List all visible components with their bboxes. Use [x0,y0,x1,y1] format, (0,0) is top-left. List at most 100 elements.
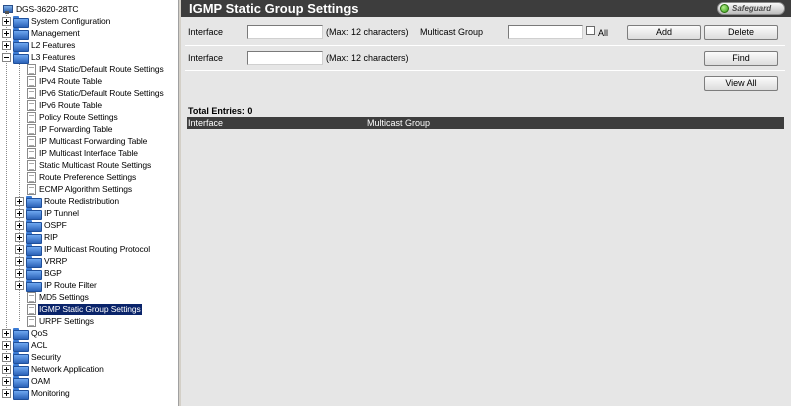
tree-leaf-route-preference-settings[interactable]: Route Preference Settings [27,171,137,183]
total-entries: Total Entries: 0 [188,106,253,116]
view-all-button[interactable]: View All [704,76,778,91]
tree-leaf-md5-settings[interactable]: MD5 Settings [27,291,90,303]
tree-leaf-igmp-static-group-settings[interactable]: IGMP Static Group Settings [27,303,142,315]
tree-item-label: Route Redistribution [44,195,120,206]
tree-leaf-ip-multicast-forwarding-table[interactable]: IP Multicast Forwarding Table [27,135,148,147]
page-icon [27,315,36,327]
expand-plus-icon[interactable] [15,232,24,242]
delete-button[interactable]: Delete [704,25,778,40]
tree-item-label: System Configuration [31,15,111,26]
tree-folder-route-redistribution[interactable]: Route Redistribution [15,195,120,208]
tree-folder-rip[interactable]: RIP [15,231,59,244]
safeguard-label: Safeguard [732,4,772,13]
tree-leaf-ipv4-static-default-route[interactable]: IPv4 Static/Default Route Settings [27,63,165,75]
tree-item-system-configuration[interactable]: System Configuration [2,15,111,28]
collapse-minus-icon[interactable] [2,52,11,62]
page-icon [27,171,36,183]
tree-item-label: Monitoring [31,387,70,398]
expand-plus-icon[interactable] [2,40,11,50]
all-checkbox-label: All [598,28,609,38]
folder-open-icon [13,52,29,64]
tree-root[interactable]: DGS-3620-28TC [2,3,79,15]
page-title: IGMP Static Group Settings [189,1,359,16]
navigation-tree: DGS-3620-28TC System Configuration Manag… [0,0,178,406]
tree-folder-vrrp[interactable]: VRRP [15,255,68,268]
tree-folder-ospf[interactable]: OSPF [15,219,68,232]
tree-leaf-policy-route-settings[interactable]: Policy Route Settings [27,111,119,123]
tree-item-label: Network Application [31,363,104,374]
tree-item-label: Static Multicast Route Settings [39,159,152,170]
tree-item-monitoring[interactable]: Monitoring [2,387,71,400]
tree-folder-ip-route-filter[interactable]: IP Route Filter [15,279,98,292]
tree-item-label: Policy Route Settings [39,111,118,122]
tree-leaf-ip-multicast-interface-table[interactable]: IP Multicast Interface Table [27,147,139,159]
tree-item-management[interactable]: Management [2,27,81,40]
folder-icon [13,40,29,52]
folder-icon [13,364,29,376]
page-icon [27,87,36,99]
interface-label: Interface [188,27,224,37]
folder-icon [13,388,29,400]
all-checkbox[interactable] [586,26,595,35]
tree-item-label: IP Forwarding Table [39,123,113,134]
tree-item-label: Route Preference Settings [39,171,137,182]
tree-item-acl[interactable]: ACL [2,339,48,352]
tree-item-label: IP Multicast Forwarding Table [39,135,148,146]
expand-plus-icon[interactable] [15,220,24,230]
expand-plus-icon[interactable] [15,280,24,290]
tree-item-l3-features[interactable]: L3 Features [2,51,76,64]
page-icon [27,123,36,135]
expand-plus-icon[interactable] [15,244,24,254]
expand-plus-icon[interactable] [2,376,11,386]
tree-leaf-static-multicast-route-settings[interactable]: Static Multicast Route Settings [27,159,152,171]
tree-leaf-ipv6-static-default-route[interactable]: IPv6 Static/Default Route Settings [27,87,165,99]
expand-plus-icon[interactable] [15,196,24,206]
tree-item-label: IP Multicast Interface Table [39,147,138,158]
tree-item-label: ECMP Algorithm Settings [39,183,132,194]
find-interface-input[interactable] [247,51,323,65]
expand-plus-icon[interactable] [15,256,24,266]
tree-item-label: IP Route Filter [44,279,97,290]
multicast-group-input[interactable] [508,25,583,39]
tree-folder-ip-multicast-routing-protocol[interactable]: IP Multicast Routing Protocol [15,243,151,256]
expand-plus-icon[interactable] [15,208,24,218]
tree-leaf-urpf-settings[interactable]: URPF Settings [27,315,95,327]
section-divider [185,70,785,71]
tree-folder-ip-tunnel[interactable]: IP Tunnel [15,207,80,220]
expand-plus-icon[interactable] [2,16,11,26]
page-icon [27,63,36,75]
tree-item-label: IPv4 Static/Default Route Settings [39,63,164,74]
tree-item-l2-features[interactable]: L2 Features [2,39,76,52]
find-form: Interface (Max: 12 characters) Find [181,48,791,71]
tree-leaf-ipv4-route-table[interactable]: IPv4 Route Table [27,75,103,87]
page-icon [27,183,36,195]
expand-plus-icon[interactable] [2,388,11,398]
expand-plus-icon[interactable] [2,340,11,350]
tree-item-qos[interactable]: QoS [2,327,49,340]
interface-input[interactable] [247,25,323,39]
switch-device-icon [2,4,13,14]
page-icon [27,159,36,171]
tree-folder-bgp[interactable]: BGP [15,267,63,280]
tree-item-security[interactable]: Security [2,351,62,364]
page-icon [27,135,36,147]
folder-icon [26,256,42,268]
tree-leaf-ip-forwarding-table[interactable]: IP Forwarding Table [27,123,113,135]
tree-item-network-application[interactable]: Network Application [2,363,105,376]
expand-plus-icon[interactable] [2,28,11,38]
tree-item-label: QoS [31,327,48,338]
folder-icon [13,376,29,388]
folder-icon [13,340,29,352]
tree-leaf-ipv6-route-table[interactable]: IPv6 Route Table [27,99,103,111]
find-button[interactable]: Find [704,51,778,66]
tree-item-label: L3 Features [31,51,76,62]
safeguard-indicator[interactable]: Safeguard [717,2,785,15]
tree-leaf-ecmp-algorithm-settings[interactable]: ECMP Algorithm Settings [27,183,133,195]
add-button[interactable]: Add [627,25,701,40]
expand-plus-icon[interactable] [15,268,24,278]
page-icon [27,111,36,123]
expand-plus-icon[interactable] [2,364,11,374]
tree-item-oam[interactable]: OAM [2,375,51,388]
expand-plus-icon[interactable] [2,352,11,362]
expand-plus-icon[interactable] [2,328,11,338]
